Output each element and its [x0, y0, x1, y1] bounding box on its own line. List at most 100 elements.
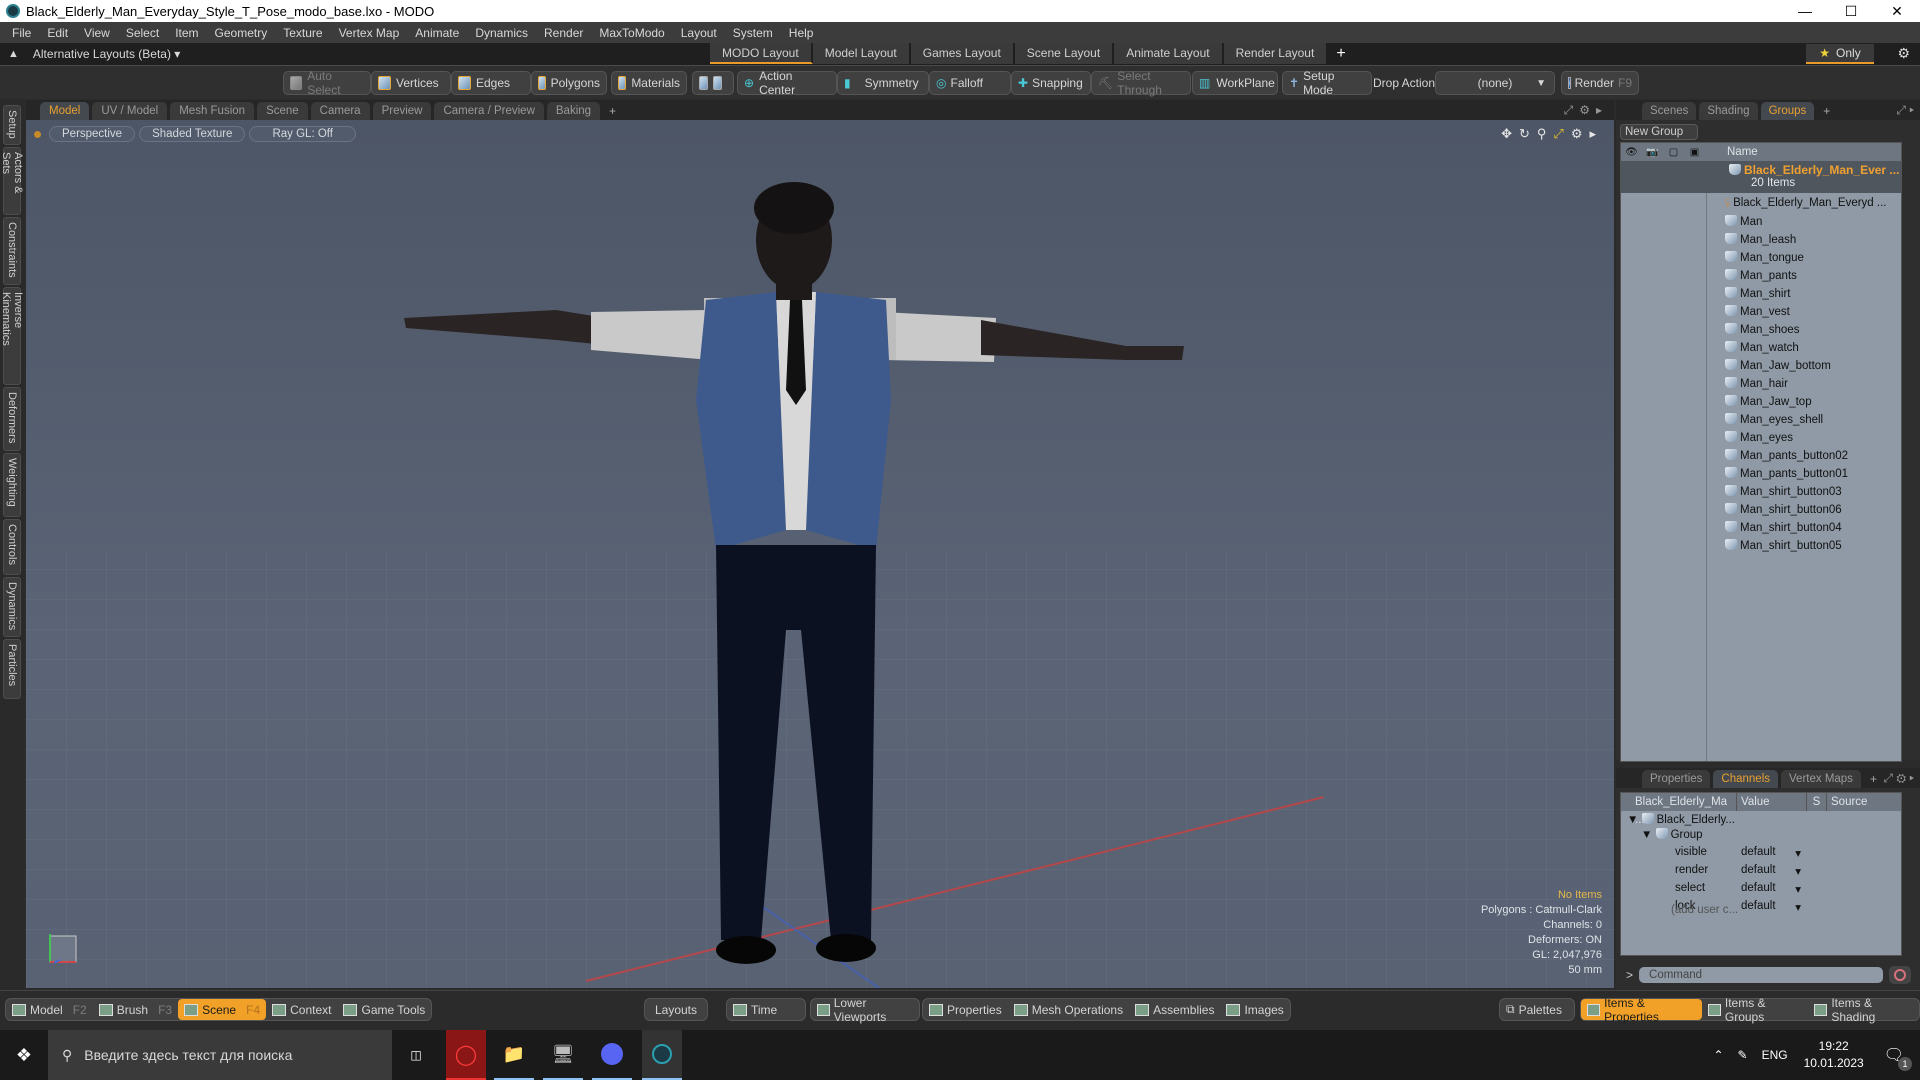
group-list-item[interactable]: Man_shirt_button06	[1725, 503, 1842, 516]
menu-animate[interactable]: Animate	[407, 26, 467, 40]
group-root-name[interactable]: Black_Elderly_Man_Ever ...	[1729, 163, 1899, 177]
start-button[interactable]: ❖	[0, 1030, 48, 1080]
layout-tab-animate[interactable]: Animate Layout	[1114, 43, 1224, 64]
group-list-item[interactable]: Man_shirt_button03	[1725, 485, 1842, 498]
character-model[interactable]	[376, 150, 1196, 970]
side-tab-particles[interactable]: Particles	[3, 639, 21, 699]
gear-icon[interactable]: ⚙	[1579, 103, 1590, 118]
group-list-item[interactable]: Man_eyes	[1725, 431, 1793, 444]
file-explorer-app[interactable]: 📁	[494, 1030, 534, 1080]
menu-view[interactable]: View	[76, 26, 118, 40]
vp-tab-scene[interactable]: Scene	[257, 102, 308, 120]
zoom-icon[interactable]: ⚲	[1537, 126, 1547, 142]
notifications-button[interactable]: 🗨 1	[1884, 1045, 1912, 1071]
menu-edit[interactable]: Edit	[39, 26, 76, 40]
menu-item[interactable]: Item	[167, 26, 206, 40]
menu-render[interactable]: Render	[536, 26, 591, 40]
group-list-item[interactable]: Man_leash	[1725, 233, 1796, 246]
alternative-layouts-dropdown[interactable]: ▲ Alternative Layouts (Beta) ▾	[0, 47, 180, 61]
channel-value-select[interactable]: default ▾	[1741, 864, 1805, 878]
time-button[interactable]: Time	[726, 998, 806, 1021]
fit-view-icon[interactable]: ⤢	[1553, 126, 1563, 142]
group-list-item[interactable]: Man_pants	[1725, 269, 1797, 282]
vp-tab-model[interactable]: Model	[40, 102, 90, 120]
add-viewport-tab-button[interactable]: +	[603, 102, 622, 120]
shading-mode-button[interactable]: Shaded Texture	[139, 126, 246, 142]
items-properties-button[interactable]: Items & Properties	[1581, 996, 1702, 1024]
menu-texture[interactable]: Texture	[275, 26, 330, 40]
opera-app[interactable]: ◯	[446, 1030, 486, 1080]
taskbar-search[interactable]: ⚲ Введите здесь текст для поиска	[48, 1030, 392, 1080]
vp-tab-uv-model[interactable]: UV / Model	[92, 102, 168, 120]
channel-name[interactable]: select	[1675, 882, 1705, 894]
gear-icon[interactable]: ⚙	[1897, 45, 1910, 62]
items-groups-button[interactable]: Items & Groups	[1702, 996, 1808, 1024]
channel-value-select[interactable]: default ▾	[1741, 900, 1805, 914]
group-list-item[interactable]: Man_shirt	[1725, 287, 1791, 300]
vp-tab-baking[interactable]: Baking	[546, 102, 601, 120]
side-tab-actors-sets[interactable]: Actors & Sets	[0, 147, 24, 215]
rotate-icon[interactable]: ↻	[1519, 126, 1530, 142]
action-center-presets-button[interactable]	[692, 71, 734, 95]
modo-app[interactable]	[642, 1030, 682, 1080]
snapping-button[interactable]: ✚ Snapping	[1011, 71, 1091, 95]
drop-action-select[interactable]: (none) ▼	[1435, 71, 1555, 95]
group-list-item[interactable]: Man_pants_button02	[1725, 449, 1848, 462]
side-tab-setup[interactable]: Setup	[3, 105, 21, 145]
add-panel-tab-button[interactable]: +	[1864, 770, 1883, 788]
layout-tab-model[interactable]: Model Layout	[812, 43, 911, 64]
mode-brush-button[interactable]: Brush F3	[93, 999, 178, 1020]
tab-groups[interactable]: Groups	[1760, 102, 1815, 120]
side-tab-dynamics[interactable]: Dynamics	[3, 577, 21, 637]
vp-tab-preview[interactable]: Preview	[372, 102, 432, 120]
select-through-button[interactable]: ⛏ Select Through	[1091, 69, 1191, 97]
properties-palette-button[interactable]: Properties	[923, 999, 1008, 1020]
group-list-item[interactable]: Man_shirt_button05	[1725, 539, 1842, 552]
materials-button[interactable]: Materials	[611, 71, 687, 95]
tab-vertex-maps[interactable]: Vertex Maps	[1781, 770, 1861, 788]
clock[interactable]: 19:22 10.01.2023	[1804, 1038, 1864, 1072]
lower-viewports-button[interactable]: Lower Viewports	[810, 996, 920, 1024]
images-palette-button[interactable]: Images	[1220, 999, 1289, 1020]
vertices-button[interactable]: Vertices	[371, 71, 451, 95]
col-value[interactable]: Value	[1737, 793, 1807, 811]
channel-value-select[interactable]: default ▾	[1741, 882, 1805, 896]
side-tab-controls[interactable]: Controls	[3, 519, 21, 575]
discord-app[interactable]	[592, 1030, 632, 1080]
mode-context-button[interactable]: Context	[266, 999, 337, 1020]
layouts-button[interactable]: Layouts	[644, 998, 708, 1021]
name-column-header[interactable]: Name	[1727, 146, 1758, 158]
command-input[interactable]: Command	[1639, 967, 1884, 983]
close-button[interactable]: ✕	[1874, 0, 1920, 22]
layout-tab-scene[interactable]: Scene Layout	[1014, 43, 1115, 64]
panel-controls-icon[interactable]: ⤢ ⚙ ▸	[1883, 771, 1914, 786]
tab-scenes[interactable]: Scenes	[1642, 102, 1697, 120]
viewport-menu-arrow-icon[interactable]: ▸	[1589, 126, 1596, 142]
edges-button[interactable]: Edges	[451, 71, 531, 95]
tab-properties[interactable]: Properties	[1642, 770, 1711, 788]
view-type-button[interactable]: Perspective	[49, 126, 136, 142]
group-list-item[interactable]: Man_eyes_shell	[1725, 413, 1823, 426]
maximize-panel-icon[interactable]: ⤢ ▸	[1896, 103, 1914, 118]
side-tab-deformers[interactable]: Deformers	[3, 387, 21, 451]
pen-icon[interactable]: ✎	[1738, 1048, 1748, 1062]
group-list-item[interactable]: ⫋ Black_Elderly_Man_Everyd ...	[1725, 197, 1886, 210]
col-source[interactable]: Source	[1827, 793, 1867, 811]
menu-system[interactable]: System	[725, 26, 781, 40]
group-list-item[interactable]: Man_pants_button01	[1725, 467, 1848, 480]
menu-vertex-map[interactable]: Vertex Map	[331, 26, 408, 40]
vp-tab-camera[interactable]: Camera	[310, 102, 370, 120]
mode-game-tools-button[interactable]: Game Tools	[337, 999, 431, 1020]
collapse-arrow-icon[interactable]: ▲	[8, 48, 19, 60]
auto-select-button[interactable]: Auto Select	[283, 69, 371, 97]
menu-layout[interactable]: Layout	[673, 26, 725, 40]
channel-name[interactable]: visible	[1675, 846, 1707, 858]
setup-mode-button[interactable]: ✝ Setup Mode	[1282, 69, 1372, 97]
group-list-item[interactable]: Man_Jaw_bottom	[1725, 359, 1831, 372]
tab-shading[interactable]: Shading	[1699, 102, 1758, 120]
side-tab-inverse-kinematics[interactable]: Inverse Kinematics	[0, 287, 24, 385]
workplane-button[interactable]: ▥ WorkPlane	[1192, 71, 1278, 95]
monitor-app[interactable]: 🖥	[543, 1030, 583, 1080]
group-list-item[interactable]: Man_hair	[1725, 377, 1788, 390]
symmetry-button[interactable]: ▮ Symmetry	[837, 71, 929, 95]
